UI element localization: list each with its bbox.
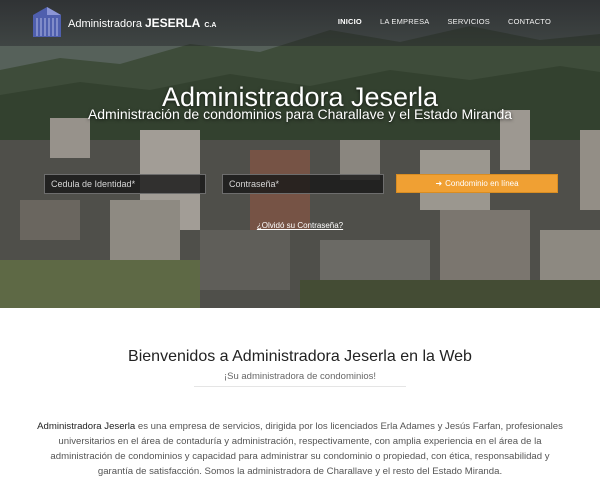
company-name: Administradora Jeserla xyxy=(37,421,136,432)
login-button-label: Condominio en línea xyxy=(445,179,519,188)
brand-suffix: C.A xyxy=(204,22,217,29)
brand-text: Administradora xyxy=(68,18,142,30)
hero-section: Administradora JESERLA C.A INICIO LA EMPRE… xyxy=(0,0,600,308)
top-navbar: Administradora JESERLA C.A INICIO LA EMPRE… xyxy=(0,0,600,46)
condominio-login-button[interactable]: ➜ Condominio en línea xyxy=(396,174,558,193)
building-logo-icon[interactable] xyxy=(32,6,62,38)
nav-item-servicios[interactable]: SERVICIOS xyxy=(438,17,499,26)
nav-item-inicio[interactable]: INICIO xyxy=(329,17,371,26)
nav-item-contacto[interactable]: CONTACTO xyxy=(499,17,560,26)
section-divider xyxy=(194,386,406,387)
brand-name[interactable]: Administradora JESERLA C.A xyxy=(68,16,216,30)
sign-in-icon: ➜ xyxy=(435,179,443,188)
welcome-title: Bienvenidos a Administradora Jeserla en … xyxy=(128,348,472,365)
hero-subtitle: Administración de condominios para Chara… xyxy=(87,106,513,122)
hero-overlay xyxy=(0,0,600,308)
cedula-input[interactable] xyxy=(44,174,206,194)
tagline: ¡Su administradora de condominios! xyxy=(223,371,377,382)
brand-strong-text: JESERLA xyxy=(144,16,201,30)
main-menu: INICIO LA EMPRESA SERVICIOS CONTACTO xyxy=(329,17,560,26)
nav-item-la-empresa[interactable]: LA EMPRESA xyxy=(371,17,439,26)
forgot-password-link[interactable]: ¿Olvidó su Contraseña? xyxy=(0,221,600,230)
password-input[interactable] xyxy=(222,174,384,194)
about-paragraph: Administradora Jeserla es una empresa de… xyxy=(36,419,564,479)
